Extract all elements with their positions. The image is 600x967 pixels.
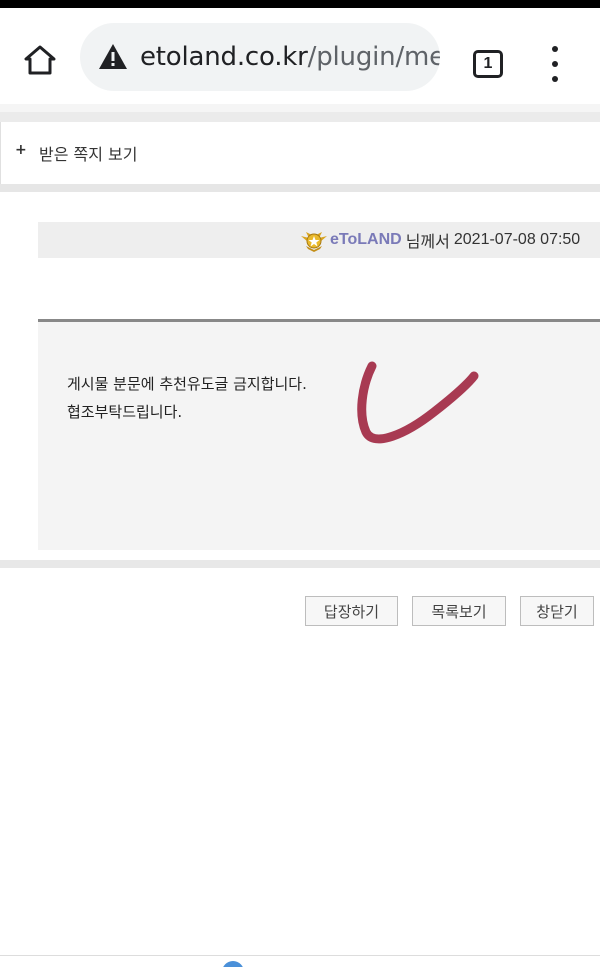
sender-name[interactable]: eToLAND	[330, 231, 402, 249]
reply-button[interactable]: 답장하기	[305, 596, 398, 626]
list-button[interactable]: 목록보기	[412, 596, 506, 626]
divider	[0, 184, 600, 192]
level-badge-icon	[301, 232, 327, 252]
sent-time: 2021-07-08 07:50	[453, 231, 581, 248]
bottom-bar	[0, 955, 600, 967]
tab-count: 1	[473, 50, 503, 78]
plus-icon: +	[15, 142, 27, 158]
home-icon[interactable]	[18, 38, 62, 82]
divider	[0, 560, 600, 568]
close-window-button[interactable]: 창닫기	[520, 596, 594, 626]
divider	[0, 104, 600, 122]
url-path: /plugin/me	[307, 42, 440, 72]
browser-toolbar: etoland.co.kr/plugin/me 1	[0, 8, 600, 104]
message-meta: eToLAND 님께서 2021-07-08 07:50	[38, 222, 600, 258]
more-vert-icon[interactable]	[538, 42, 572, 86]
checkmark-annotation	[357, 361, 479, 444]
page-header: + 받은 쪽지 보기	[0, 122, 600, 184]
address-bar[interactable]: etoland.co.kr/plugin/me	[80, 23, 440, 91]
message-line: 협조부탁드립니다.	[67, 403, 183, 421]
url-host: etoland.co.kr	[140, 42, 308, 72]
page-title: 받은 쪽지 보기	[39, 145, 138, 164]
message-body: 게시물 분문에 추천유도글 금지합니다. 협조부탁드립니다.	[38, 319, 600, 550]
status-bar	[0, 0, 600, 8]
tab-switcher-button[interactable]: 1	[468, 44, 508, 84]
url-text: etoland.co.kr/plugin/me	[140, 40, 440, 74]
message-line: 게시물 분문에 추천유도글 금지합니다.	[67, 375, 307, 393]
sender-suffix: 님께서	[405, 232, 450, 251]
warning-icon[interactable]	[98, 42, 128, 72]
bottom-indicator-icon	[222, 961, 244, 967]
